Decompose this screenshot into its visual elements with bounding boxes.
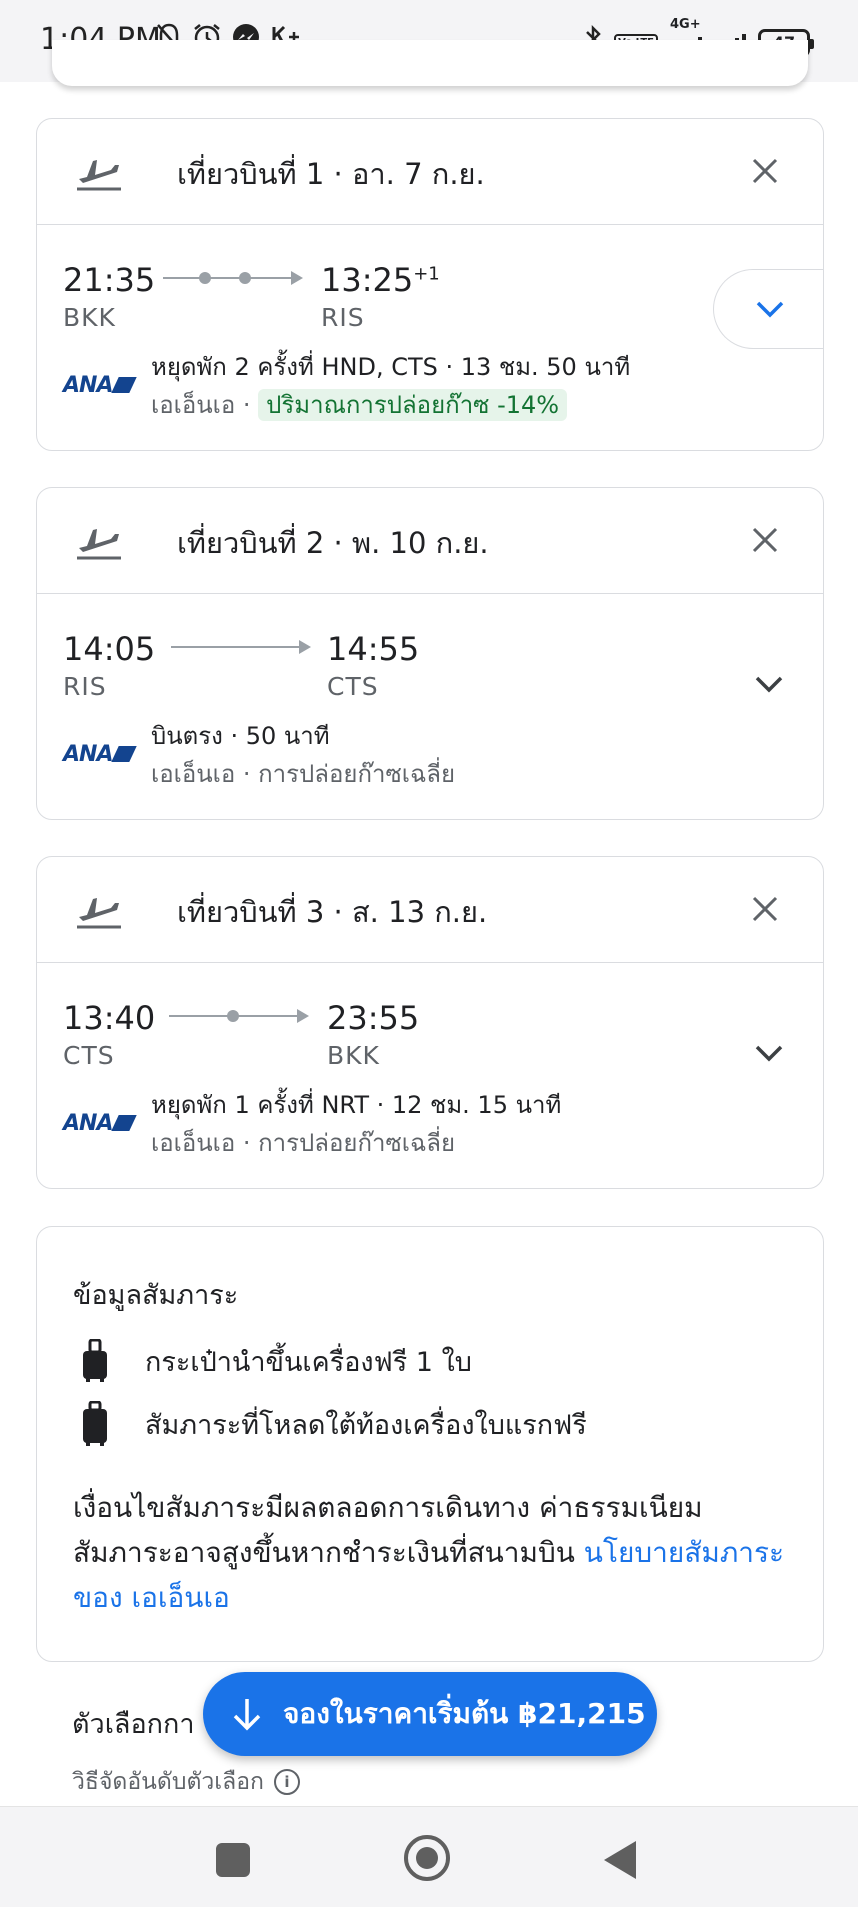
- close-button[interactable]: [741, 147, 789, 195]
- sort-explanation-link[interactable]: วิธีจัดอันดับตัวเลือก i: [72, 1764, 300, 1800]
- search-summary-card: [52, 40, 808, 86]
- flight-card-1: เที่ยวบินที่ 1 · อา. 7 ก.ย. 21:35 BKK 13…: [36, 118, 824, 451]
- close-icon: [752, 527, 778, 553]
- baggage-item-checked: สัมภาระที่โหลดใต้ท้องเครื่องใบแรกฟรี: [81, 1401, 587, 1447]
- depart-time: 21:35: [63, 261, 156, 299]
- system-nav-bar: [0, 1806, 858, 1907]
- info-icon: i: [274, 1769, 300, 1795]
- plane-takeoff-icon: [77, 160, 121, 191]
- home-button[interactable]: [404, 1835, 450, 1881]
- baggage-card: ข้อมูลสัมภาระ กระเป๋านำขึ้นเครื่องฟรี 1 …: [36, 1226, 824, 1662]
- stops-text: หยุดพัก 1 ครั้งที่ NRT · 12 ชม. 15 นาที: [151, 1091, 562, 1119]
- flight-card-header: เที่ยวบินที่ 3 · ส. 13 ก.ย.: [37, 857, 823, 963]
- depart-code: CTS: [63, 1041, 115, 1070]
- expand-button[interactable]: [713, 269, 823, 349]
- arrive-code: CTS: [327, 672, 379, 701]
- depart-time: 13:40: [63, 999, 156, 1037]
- route-line: [171, 640, 311, 654]
- route-line: [163, 271, 303, 285]
- depart-code: BKK: [63, 303, 116, 332]
- airline-line: เอเอ็นเอ · การปล่อยก๊าซเฉลี่ย: [151, 1129, 456, 1157]
- book-button[interactable]: จองในราคาเริ่มต้น ฿21,215: [203, 1672, 657, 1756]
- airline-line: เอเอ็นเอ · ปริมาณการปล่อยก๊าซ -14%: [151, 385, 568, 424]
- ana-logo: ANA: [63, 373, 133, 398]
- airline-name: เอเอ็นเอ: [151, 391, 236, 419]
- baggage-item-carry-on: กระเป๋านำขึ้นเครื่องฟรี 1 ใบ: [81, 1339, 472, 1383]
- ana-logo: ANA: [63, 742, 133, 767]
- flight-details[interactable]: 21:35 BKK 13:25+1 RIS ANA หยุดพัก 2 ครั้…: [37, 225, 823, 449]
- depart-code: RIS: [63, 672, 107, 701]
- arrive-time: 23:55: [327, 999, 420, 1037]
- carry-on-bag-icon: [83, 1339, 107, 1382]
- baggage-note: เงื่อนไขสัมภาระมีผลตลอดการเดินทาง ค่าธรร…: [73, 1491, 785, 1614]
- close-button[interactable]: [741, 885, 789, 933]
- flight-title: เที่ยวบินที่ 2 · พ. 10 ก.ย.: [177, 526, 489, 560]
- flight-card-header: เที่ยวบินที่ 2 · พ. 10 ก.ย.: [37, 488, 823, 594]
- chevron-down-icon: [755, 1045, 783, 1062]
- ana-logo: ANA: [63, 1111, 133, 1136]
- close-icon: [752, 158, 778, 184]
- emission-badge: ปริมาณการปล่อยก๊าซ -14%: [258, 389, 568, 421]
- baggage-item-label: กระเป๋านำขึ้นเครื่องฟรี 1 ใบ: [145, 1346, 472, 1378]
- flight-details[interactable]: 14:05 RIS 14:55 CTS ANA บินตรง · 50 นาที…: [37, 594, 823, 818]
- flight-card-header: เที่ยวบินที่ 1 · อา. 7 ก.ย.: [37, 119, 823, 225]
- depart-time: 14:05: [63, 630, 156, 668]
- options-title: ตัวเลือกกา: [72, 1709, 195, 1740]
- airline-line: เอเอ็นเอ · การปล่อยก๊าซเฉลี่ย: [151, 760, 456, 788]
- recents-button[interactable]: [216, 1843, 250, 1877]
- expand-button[interactable]: [745, 1029, 793, 1077]
- baggage-item-label: สัมภาระที่โหลดใต้ท้องเครื่องใบแรกฟรี: [145, 1409, 587, 1441]
- arrow-down-icon: [233, 1699, 261, 1731]
- stops-text: บินตรง · 50 นาที: [151, 722, 330, 750]
- back-button[interactable]: [604, 1841, 636, 1879]
- arrive-time: 14:55: [327, 630, 420, 668]
- chevron-down-icon: [756, 301, 783, 318]
- flight-title: เที่ยวบินที่ 1 · อา. 7 ก.ย.: [177, 157, 485, 191]
- flight-card-3: เที่ยวบินที่ 3 · ส. 13 ก.ย. 13:40 CTS 23…: [36, 856, 824, 1189]
- flight-details[interactable]: 13:40 CTS 23:55 BKK ANA หยุดพัก 1 ครั้งท…: [37, 963, 823, 1187]
- close-button[interactable]: [741, 516, 789, 564]
- arrive-time: 13:25+1: [321, 261, 440, 299]
- flight-card-2: เที่ยวบินที่ 2 · พ. 10 ก.ย. 14:05 RIS 14…: [36, 487, 824, 820]
- plane-takeoff-icon: [77, 529, 121, 560]
- expand-button[interactable]: [745, 660, 793, 708]
- chevron-down-icon: [755, 676, 783, 693]
- stops-text: หยุดพัก 2 ครั้งที่ HND, CTS · 13 ชม. 50 …: [151, 353, 631, 381]
- flight-title: เที่ยวบินที่ 3 · ส. 13 ก.ย.: [177, 895, 488, 929]
- close-icon: [752, 896, 778, 922]
- checked-bag-icon: [83, 1401, 107, 1446]
- plane-takeoff-icon: [77, 898, 121, 929]
- route-line: [169, 1009, 309, 1023]
- baggage-title: ข้อมูลสัมภาระ: [73, 1280, 239, 1311]
- book-button-label: จองในราคาเริ่มต้น ฿21,215: [283, 1697, 646, 1730]
- arrive-code: BKK: [327, 1041, 380, 1070]
- arrive-code: RIS: [321, 303, 365, 332]
- day-offset: +1: [413, 263, 440, 285]
